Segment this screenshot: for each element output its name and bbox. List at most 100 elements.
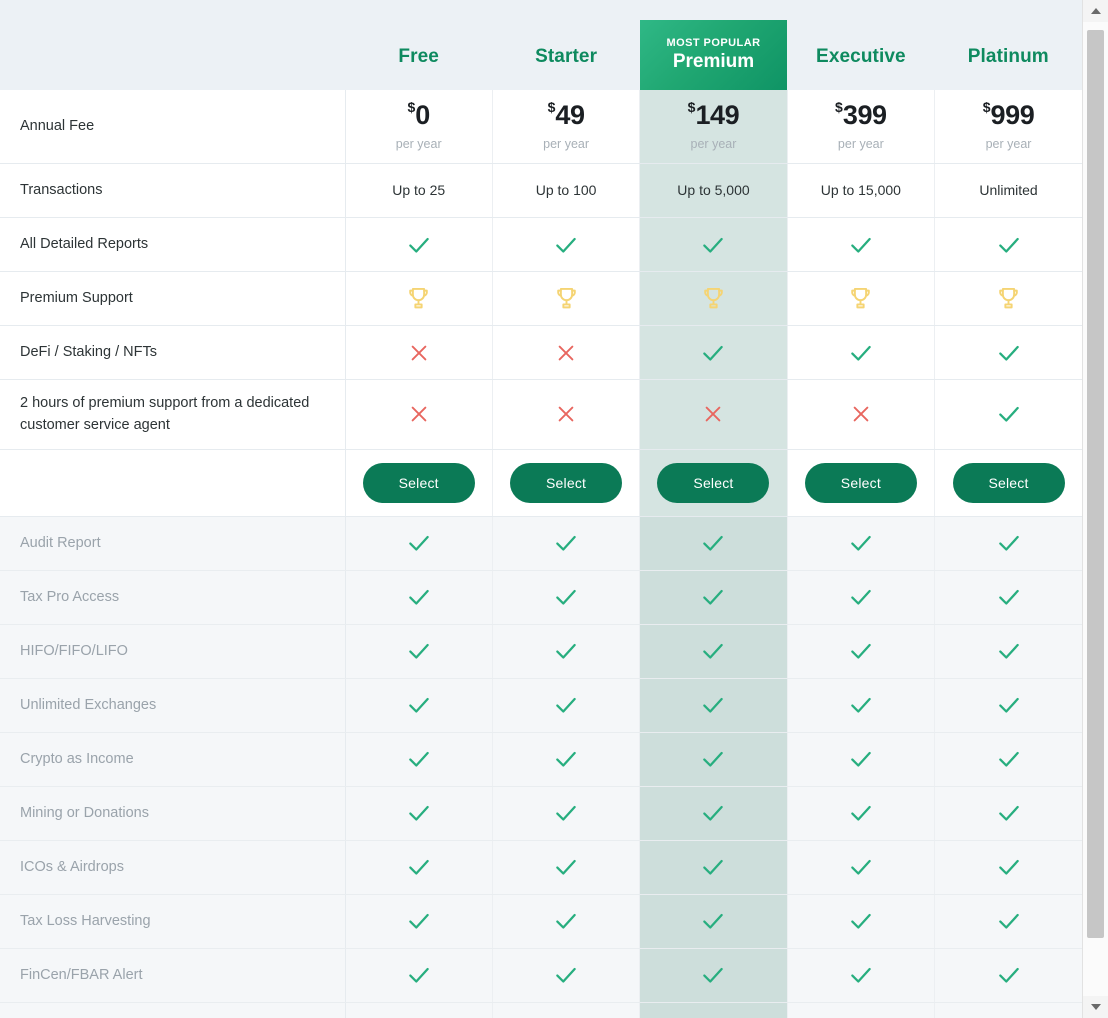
plan-header-free[interactable]: Free xyxy=(345,0,492,90)
plan-header-executive[interactable]: Executive xyxy=(787,0,934,90)
price-cell-free: $0 per year xyxy=(345,90,492,164)
header-spacer xyxy=(0,0,345,90)
check-icon xyxy=(848,530,874,556)
value-cell-free xyxy=(345,786,492,840)
value-cell-platinum xyxy=(935,624,1082,678)
check-icon xyxy=(553,800,579,826)
row-label: Annual Fee xyxy=(0,90,345,164)
value-cell-premium xyxy=(640,678,787,732)
check-icon xyxy=(848,800,874,826)
value-cell-free xyxy=(345,624,492,678)
value-cell-executive xyxy=(787,840,934,894)
check-icon xyxy=(996,638,1022,664)
vertical-scrollbar[interactable] xyxy=(1082,0,1108,1018)
row-label: Audit Report xyxy=(0,516,345,570)
value-cell-free xyxy=(345,380,492,450)
trophy-icon xyxy=(995,285,1022,312)
check-icon xyxy=(553,746,579,772)
table-row xyxy=(0,1002,1082,1018)
row-label: All Detailed Reports xyxy=(0,218,345,272)
value-cell-premium xyxy=(640,840,787,894)
price-period: per year xyxy=(396,138,442,151)
value-cell-premium xyxy=(640,786,787,840)
value-cell-executive xyxy=(787,624,934,678)
plan-name-label: Premium xyxy=(673,51,754,73)
check-icon xyxy=(996,232,1022,258)
select-button-starter[interactable]: Select xyxy=(510,463,622,503)
scrollbar-thumb[interactable] xyxy=(1087,30,1104,938)
check-icon xyxy=(996,908,1022,934)
price: $149 per year xyxy=(688,100,740,151)
plan-header-premium[interactable]: MOST POPULAR Premium xyxy=(640,0,787,90)
row-label xyxy=(0,1002,345,1018)
value-cell-starter xyxy=(492,380,639,450)
value-cell-free xyxy=(345,840,492,894)
value-cell-platinum: Unlimited xyxy=(935,164,1082,218)
value-cell-starter xyxy=(492,326,639,380)
price-amount: 0 xyxy=(415,100,430,130)
check-icon xyxy=(406,908,432,934)
check-icon xyxy=(848,638,874,664)
value-cell-premium xyxy=(640,380,787,450)
scroll-down-button[interactable] xyxy=(1083,996,1108,1018)
plan-header-starter[interactable]: Starter xyxy=(492,0,639,90)
check-icon xyxy=(996,962,1022,988)
close-icon xyxy=(555,342,577,364)
value-cell-starter xyxy=(492,1002,639,1018)
row-label: HIFO/FIFO/LIFO xyxy=(0,624,345,678)
select-button-platinum[interactable]: Select xyxy=(953,463,1065,503)
price-amount: 999 xyxy=(991,100,1035,130)
table-row: Audit Report xyxy=(0,516,1082,570)
price-cell-platinum: $999 per year xyxy=(935,90,1082,164)
value-cell-platinum xyxy=(935,678,1082,732)
value-cell-starter xyxy=(492,786,639,840)
value-cell-executive xyxy=(787,948,934,1002)
value-cell-starter xyxy=(492,894,639,948)
check-icon xyxy=(553,854,579,880)
value-cell-platinum xyxy=(935,272,1082,326)
row-label: Tax Loss Harvesting xyxy=(0,894,345,948)
value-cell-platinum xyxy=(935,516,1082,570)
pricing-table-header: Free Starter MOST POPULAR Premium Execut… xyxy=(0,0,1082,90)
value-cell-free xyxy=(345,678,492,732)
row-label: Crypto as Income xyxy=(0,732,345,786)
table-row: Tax Pro Access xyxy=(0,570,1082,624)
check-icon xyxy=(553,638,579,664)
table-row: ICOs & Airdrops xyxy=(0,840,1082,894)
trophy-icon xyxy=(700,285,727,312)
cell-value: Unlimited xyxy=(979,182,1037,198)
check-icon xyxy=(996,692,1022,718)
table-row: Crypto as Income xyxy=(0,732,1082,786)
most-popular-banner: MOST POPULAR Premium xyxy=(640,20,787,90)
row-label: Mining or Donations xyxy=(0,786,345,840)
select-cell-executive: Select xyxy=(787,449,934,516)
cell-value: Up to 5,000 xyxy=(677,182,749,198)
row-label: ICOs & Airdrops xyxy=(0,840,345,894)
value-cell-premium xyxy=(640,624,787,678)
check-icon xyxy=(700,800,726,826)
pricing-comparison-page: Free Starter MOST POPULAR Premium Execut… xyxy=(0,0,1108,1018)
value-cell-executive xyxy=(787,678,934,732)
value-cell-free xyxy=(345,732,492,786)
check-icon xyxy=(553,584,579,610)
check-icon xyxy=(553,530,579,556)
value-cell-starter xyxy=(492,272,639,326)
value-cell-free xyxy=(345,894,492,948)
value-cell-free xyxy=(345,570,492,624)
select-button-executive[interactable]: Select xyxy=(805,463,917,503)
check-icon xyxy=(996,530,1022,556)
check-icon xyxy=(848,746,874,772)
select-button-free[interactable]: Select xyxy=(363,463,475,503)
scroll-up-button[interactable] xyxy=(1083,0,1108,22)
value-cell-premium xyxy=(640,948,787,1002)
plan-name-label: Executive xyxy=(816,46,906,67)
plan-header-platinum[interactable]: Platinum xyxy=(935,0,1082,90)
check-icon xyxy=(700,530,726,556)
table-row: HIFO/FIFO/LIFO xyxy=(0,624,1082,678)
value-cell-starter xyxy=(492,948,639,1002)
check-icon xyxy=(406,692,432,718)
price-cell-starter: $49 per year xyxy=(492,90,639,164)
value-cell-platinum xyxy=(935,218,1082,272)
value-cell-platinum xyxy=(935,1002,1082,1018)
select-button-premium[interactable]: Select xyxy=(657,463,769,503)
